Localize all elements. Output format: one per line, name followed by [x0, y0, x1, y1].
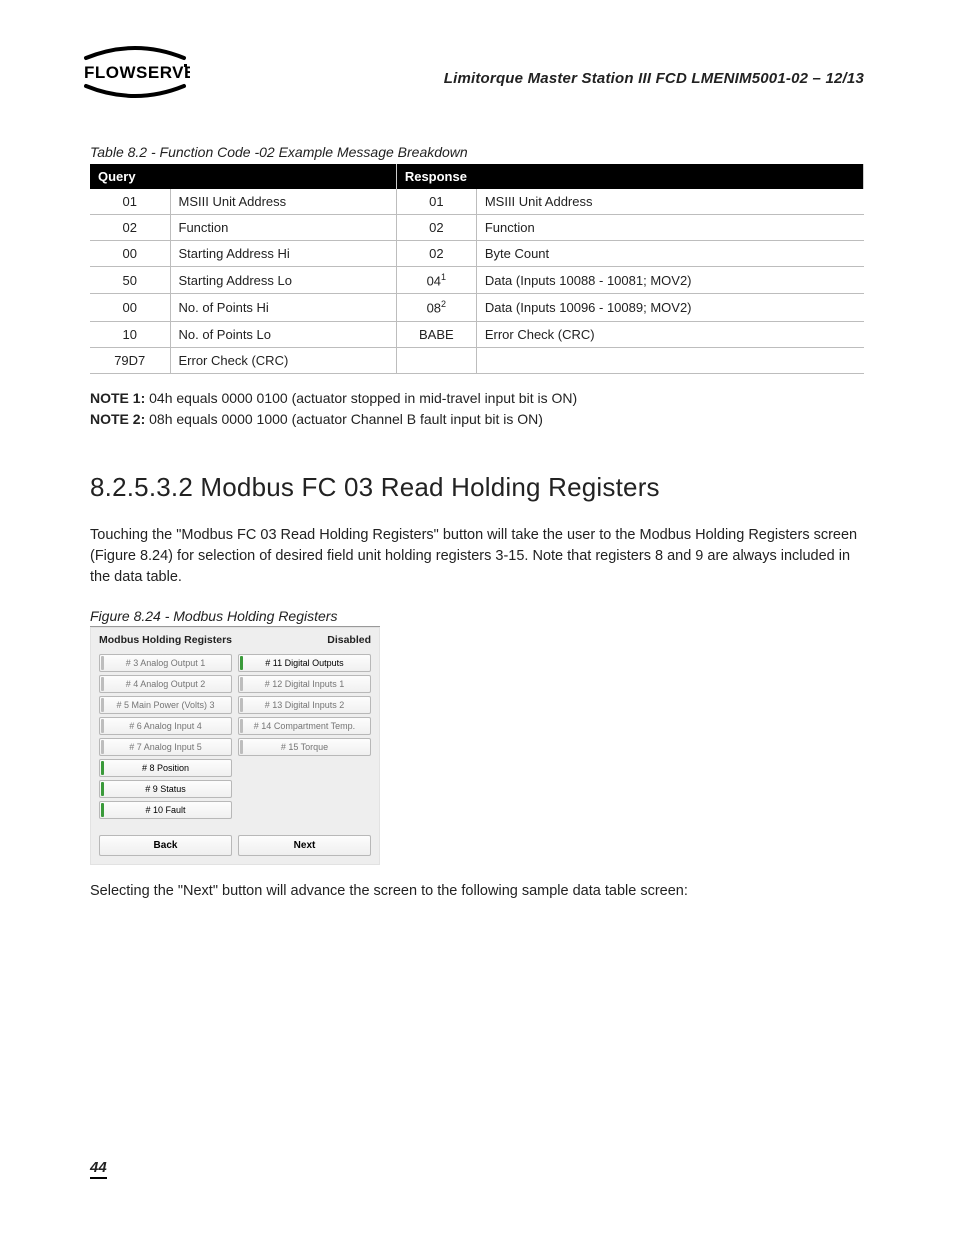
page-number: 44 [90, 1159, 107, 1179]
note-2: NOTE 2: 08h equals 0000 1000 (actuator C… [90, 409, 864, 430]
register-button[interactable]: # 13 Digital Inputs 2 [238, 696, 371, 714]
section-heading: 8.2.5.3.2 Modbus FC 03 Read Holding Regi… [90, 472, 864, 503]
register-button[interactable]: # 4 Analog Output 2 [99, 675, 232, 693]
table-row: 01MSIII Unit Address01MSIII Unit Address [90, 189, 864, 215]
register-button[interactable]: # 8 Position [99, 759, 232, 777]
flowserve-logo: FLOWSERVE [80, 44, 190, 105]
register-button[interactable]: # 12 Digital Inputs 1 [238, 675, 371, 693]
register-button[interactable]: # 3 Analog Output 1 [99, 654, 232, 672]
register-button[interactable]: # 5 Main Power (Volts) 3 [99, 696, 232, 714]
column-header-query: Query [90, 164, 396, 189]
register-button[interactable]: # 9 Status [99, 780, 232, 798]
register-button[interactable]: # 15 Torque [238, 738, 371, 756]
table-row: 00Starting Address Hi02Byte Count [90, 241, 864, 267]
table-row: 00No. of Points Hi082Data (Inputs 10096 … [90, 294, 864, 321]
register-button[interactable]: # 11 Digital Outputs [238, 654, 371, 672]
paragraph-2: Selecting the "Next" button will advance… [90, 881, 864, 902]
table-row: 02Function02Function [90, 215, 864, 241]
svg-text:FLOWSERVE: FLOWSERVE [84, 63, 190, 82]
table-row: 79D7Error Check (CRC) [90, 347, 864, 373]
table-row: 10No. of Points LoBABEError Check (CRC) [90, 321, 864, 347]
paragraph-1: Touching the "Modbus FC 03 Read Holding … [90, 525, 864, 588]
register-button[interactable]: # 7 Analog Input 5 [99, 738, 232, 756]
back-button[interactable]: Back [99, 835, 232, 856]
next-button[interactable]: Next [238, 835, 371, 856]
register-button[interactable]: # 6 Analog Input 4 [99, 717, 232, 735]
register-button[interactable]: # 10 Fault [99, 801, 232, 819]
register-button[interactable]: # 14 Compartment Temp. [238, 717, 371, 735]
screenshot-status: Disabled [327, 634, 371, 646]
note-1: NOTE 1: 04h equals 0000 0100 (actuator s… [90, 388, 864, 409]
table-caption: Table 8.2 - Function Code -02 Example Me… [90, 144, 864, 160]
embedded-screenshot: Modbus Holding Registers Disabled # 3 An… [90, 627, 380, 865]
figure-caption: Figure 8.24 - Modbus Holding Registers [90, 608, 380, 627]
screenshot-title: Modbus Holding Registers [99, 634, 232, 646]
document-header: Limitorque Master Station III FCD LMENIM… [444, 70, 864, 87]
column-header-response: Response [396, 164, 863, 189]
message-breakdown-table: Query Response 01MSIII Unit Address01MSI… [90, 164, 864, 374]
table-row: 50Starting Address Lo041Data (Inputs 100… [90, 267, 864, 294]
